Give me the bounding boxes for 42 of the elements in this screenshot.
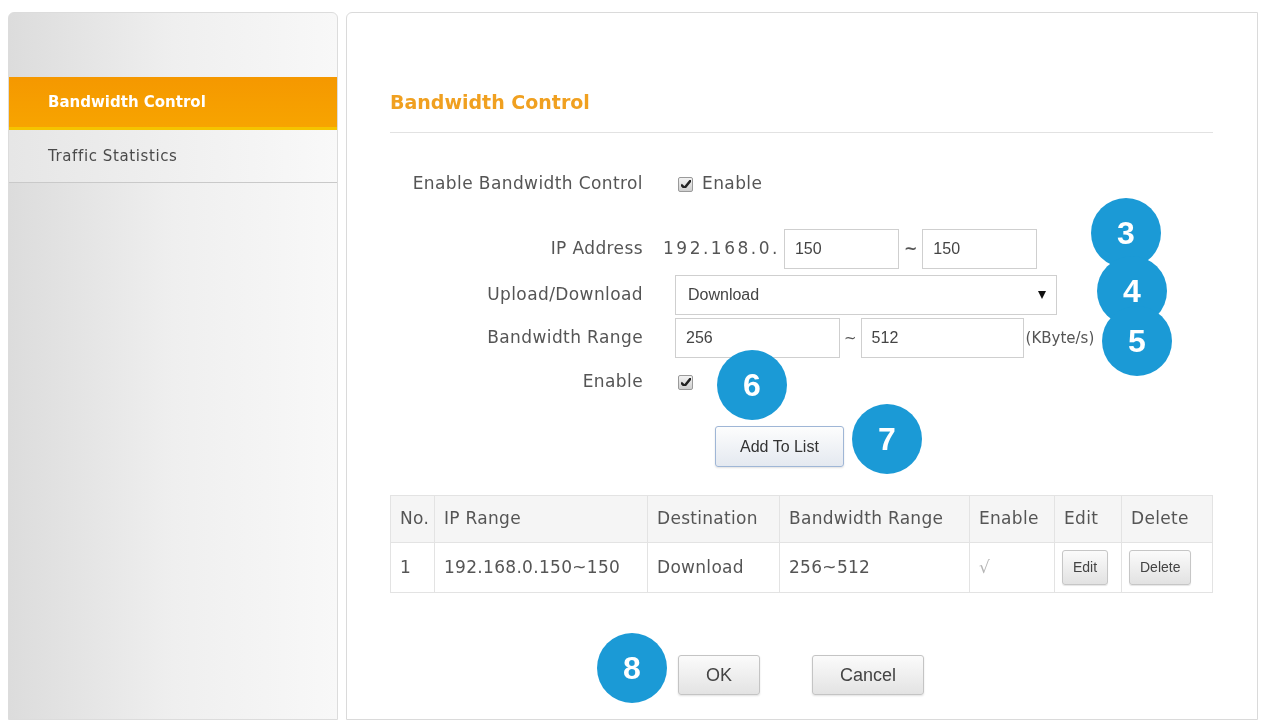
step-number-marker: 7 [852, 404, 922, 474]
ip-prefix-text: 192.168.0. [663, 237, 780, 261]
select-field[interactable]: Download [675, 275, 1057, 315]
range-separator: ~ [903, 238, 918, 260]
checkmark-icon [680, 378, 691, 386]
add-to-list-button[interactable]: Add To List [715, 426, 844, 467]
table-cell: √ [979, 556, 990, 577]
table-header-cell: Delete [1131, 508, 1189, 529]
field-label: Upload/Download [487, 283, 643, 307]
table-cell: 256~512 [789, 556, 871, 577]
sidebar-item[interactable]: Traffic Statistics [9, 130, 337, 183]
step-number-marker: 8 [597, 633, 667, 703]
table-header-cell: Enable [979, 508, 1039, 529]
dropdown-arrow-icon [1038, 291, 1046, 299]
checkbox[interactable] [678, 374, 693, 390]
input-field[interactable]: 150 [783, 229, 899, 269]
table-header-cell: No. [400, 508, 430, 529]
input-field[interactable]: 256 [675, 318, 840, 358]
range-separator: ~ [844, 327, 857, 349]
field-label: Enable Bandwidth Control [412, 172, 643, 196]
dialog-button[interactable]: Cancel [812, 655, 924, 695]
table-cell: 192.168.0.150~150 [444, 556, 621, 577]
table-cell: 1 [400, 556, 412, 577]
table-cell: Download [657, 556, 744, 577]
field-label: IP Address [550, 237, 643, 261]
checkmark-icon [680, 180, 691, 188]
table-header-cell: IP Range [444, 508, 521, 529]
field-label: Bandwidth Range [487, 326, 643, 350]
input-field[interactable]: 150 [922, 229, 1038, 269]
step-number-marker: 6 [717, 350, 787, 420]
table-header-cell: Bandwidth Range [789, 508, 944, 529]
table-header-cell: Edit [1064, 508, 1099, 529]
checkbox-label: Enable [702, 172, 763, 196]
dialog-button[interactable]: OK [677, 655, 760, 695]
table-row-button[interactable]: Edit [1062, 550, 1109, 585]
field-label: Enable [582, 370, 643, 394]
unit-text: (KByte/s) [1025, 327, 1095, 349]
table-header-cell: Destination [657, 508, 758, 529]
checkbox[interactable] [678, 176, 693, 192]
table-row-button[interactable]: Delete [1129, 550, 1192, 585]
section-title: Bandwidth Control [390, 91, 590, 113]
input-field[interactable]: 512 [860, 318, 1024, 358]
